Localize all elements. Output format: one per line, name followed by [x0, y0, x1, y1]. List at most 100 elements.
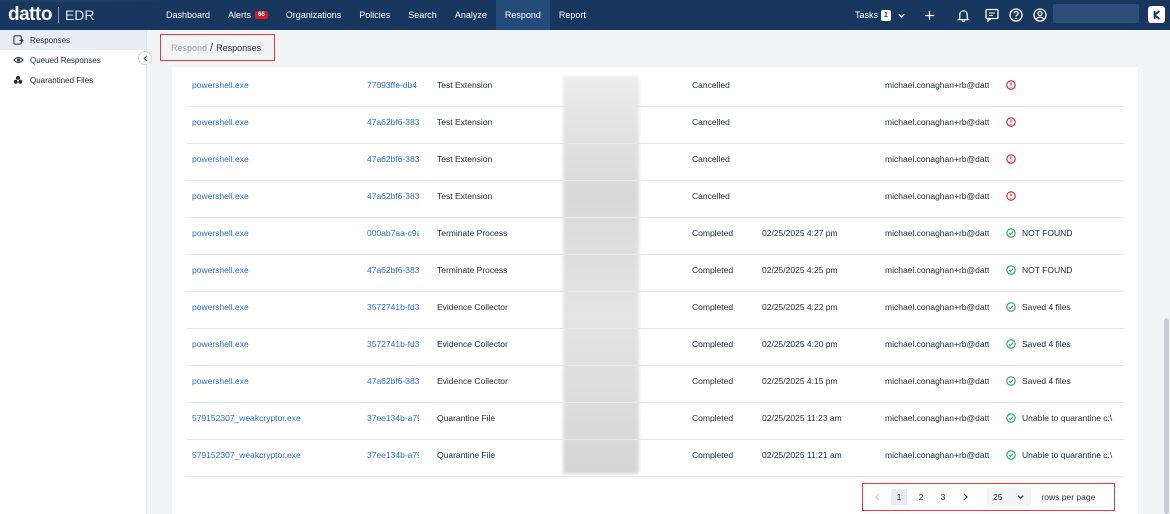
requested-by: michael.conaghan+rb@datt [885, 302, 989, 312]
breadcrumb-bar: Respond / Responses [160, 34, 1098, 67]
breadcrumb-separator: / [210, 41, 214, 54]
response-result [1006, 154, 1124, 164]
next-page-button[interactable] [957, 489, 973, 505]
file-name-link[interactable]: powershell.exe [192, 376, 357, 386]
response-status: Completed [692, 339, 734, 349]
response-id-link[interactable]: 77093ffe-db4 [367, 80, 419, 90]
file-name-link[interactable]: 579152307_weakcryptor.exe [192, 450, 357, 460]
nav-label: Report [558, 10, 586, 20]
check-circle-icon [1006, 376, 1016, 386]
breadcrumb-current: Responses [216, 42, 262, 53]
response-status: Completed [692, 302, 734, 312]
requested-by: michael.conaghan+rb@datt [885, 413, 989, 423]
table-row[interactable]: powershell.exe 47a62bf6-383 Test Extension… [186, 144, 1124, 181]
result-text: Saved 4 files [1022, 339, 1071, 349]
response-id-link[interactable]: 47a62bf6-383 [367, 117, 419, 127]
requested-by: michael.conaghan+rb@datt [885, 339, 989, 349]
file-name-link[interactable]: powershell.exe [192, 339, 357, 349]
rows-per-page-select[interactable]: 25 [987, 488, 1032, 506]
sidebar-item-label: Quarantined Files [30, 75, 94, 85]
response-status: Completed [692, 228, 734, 238]
tasks-menu[interactable]: Tasks 1 [855, 9, 906, 21]
kaseya-logo-icon[interactable] [1148, 6, 1165, 23]
response-result: Saved 4 files [1006, 302, 1124, 312]
response-result [1006, 80, 1124, 90]
response-id-link[interactable]: 3572741b-fd3 [367, 339, 419, 349]
table-row[interactable]: 579152307_weakcryptor.exe 37ee134b-a79 Qua… [186, 440, 1124, 477]
sidebar: Responses Queued Responses Quarantined F… [0, 30, 152, 514]
page-scrollbar-thumb[interactable] [1164, 318, 1169, 514]
sidebar-item-quarantined-files[interactable]: Quarantined Files [0, 70, 146, 90]
response-id-link[interactable]: 47a62bf6-383 [367, 376, 419, 386]
table-row[interactable]: powershell.exe 47a62bf6-383 Test Extension… [186, 181, 1124, 218]
nav-respond[interactable]: Respond [495, 0, 550, 30]
nav-report[interactable]: Report [550, 0, 595, 30]
error-circle-icon [1006, 154, 1016, 164]
response-id-link[interactable]: 47a62bf6-383 [367, 191, 419, 201]
file-name-link[interactable]: powershell.exe [192, 265, 357, 275]
brand-divider [57, 7, 59, 23]
nav-policies[interactable]: Policies [350, 0, 399, 30]
nav-analyze[interactable]: Analyze [446, 0, 496, 30]
response-status: Completed [692, 265, 734, 275]
nav-label: Analyze [454, 10, 487, 20]
requested-by: michael.conaghan+rb@datt [885, 228, 989, 238]
file-name-link[interactable]: 579152307_weakcryptor.exe [192, 413, 357, 423]
pagination: 1 2 3 25 rows per page [862, 483, 1115, 511]
collapse-sidebar-button[interactable] [138, 51, 152, 65]
plus-icon[interactable] [924, 10, 935, 21]
file-name-link[interactable]: powershell.exe [192, 302, 357, 312]
bell-icon[interactable] [956, 8, 970, 22]
file-name-link[interactable]: powershell.exe [192, 228, 357, 238]
product-name: EDR [64, 7, 95, 23]
requested-by: michael.conaghan+rb@datt [885, 450, 989, 460]
table-row[interactable]: powershell.exe 47a62bf6-383 Evidence Colle… [186, 366, 1124, 403]
previous-page-button[interactable] [869, 489, 885, 505]
table-row[interactable]: powershell.exe 3572741b-fd3 Evidence Colle… [186, 292, 1124, 329]
breadcrumb-parent[interactable]: Respond [171, 43, 207, 53]
check-circle-icon [1006, 339, 1016, 349]
sidebar-item-responses[interactable]: Responses [0, 30, 146, 50]
response-type: Test Extension [437, 191, 493, 201]
table-row[interactable]: powershell.exe 77093ffe-db4 Test Extension… [186, 70, 1124, 107]
brand-logo[interactable]: datto EDR [8, 4, 95, 26]
user-avatar-icon[interactable] [1033, 8, 1047, 22]
response-type: Terminate Process [437, 228, 508, 238]
sidebar-item-queued-responses[interactable]: Queued Responses [0, 50, 146, 70]
response-result: Saved 4 files [1006, 376, 1124, 386]
completed-date: 02/25/2025 4:25 pm [762, 265, 838, 275]
requested-by: michael.conaghan+rb@datt [885, 265, 989, 275]
nav-organizations[interactable]: Organizations [277, 0, 351, 30]
account-search-field[interactable] [1053, 4, 1139, 23]
response-id-link[interactable]: 000ab7aa-c9a [367, 228, 419, 238]
nav-alerts[interactable]: Alerts 66 [219, 0, 277, 30]
feedback-icon[interactable] [985, 8, 999, 22]
table-row[interactable]: powershell.exe 000ab7aa-c9a Terminate Proc… [186, 218, 1124, 255]
nav-dashboard[interactable]: Dashboard [157, 0, 219, 30]
file-name-link[interactable]: powershell.exe [192, 154, 357, 164]
response-result: NOT FOUND [1006, 265, 1124, 275]
file-name-link[interactable]: powershell.exe [192, 80, 357, 90]
response-id-link[interactable]: 47a62bf6-383 [367, 154, 419, 164]
table-row[interactable]: powershell.exe 47a62bf6-383 Test Extension… [186, 107, 1124, 144]
table-row[interactable]: powershell.exe 47a62bf6-383 Terminate Proc… [186, 255, 1124, 292]
response-type: Test Extension [437, 154, 493, 164]
table-row[interactable]: powershell.exe 3572741b-fd3 Evidence Colle… [186, 329, 1124, 366]
page-button-2[interactable]: 2 [913, 489, 929, 505]
result-text: Saved 4 files [1022, 376, 1071, 386]
response-id-link[interactable]: 3572741b-fd3 [367, 302, 419, 312]
error-circle-icon [1006, 117, 1016, 127]
response-id-link[interactable]: 37ee134b-a79 [367, 450, 419, 460]
nav-search[interactable]: Search [399, 0, 446, 30]
nav-label: Organizations [285, 10, 342, 20]
response-id-link[interactable]: 37ee134b-a79 [367, 413, 419, 423]
nav-label: Alerts [228, 10, 252, 20]
page-button-1[interactable]: 1 [891, 489, 907, 505]
file-name-link[interactable]: powershell.exe [192, 191, 357, 201]
response-id-link[interactable]: 47a62bf6-383 [367, 265, 419, 275]
page-button-3[interactable]: 3 [935, 489, 951, 505]
file-name-link[interactable]: powershell.exe [192, 117, 357, 127]
table-row[interactable]: 579152307_weakcryptor.exe 37ee134b-a79 Qua… [186, 403, 1124, 440]
response-result: Saved 4 files [1006, 339, 1124, 349]
help-icon[interactable] [1009, 8, 1023, 22]
